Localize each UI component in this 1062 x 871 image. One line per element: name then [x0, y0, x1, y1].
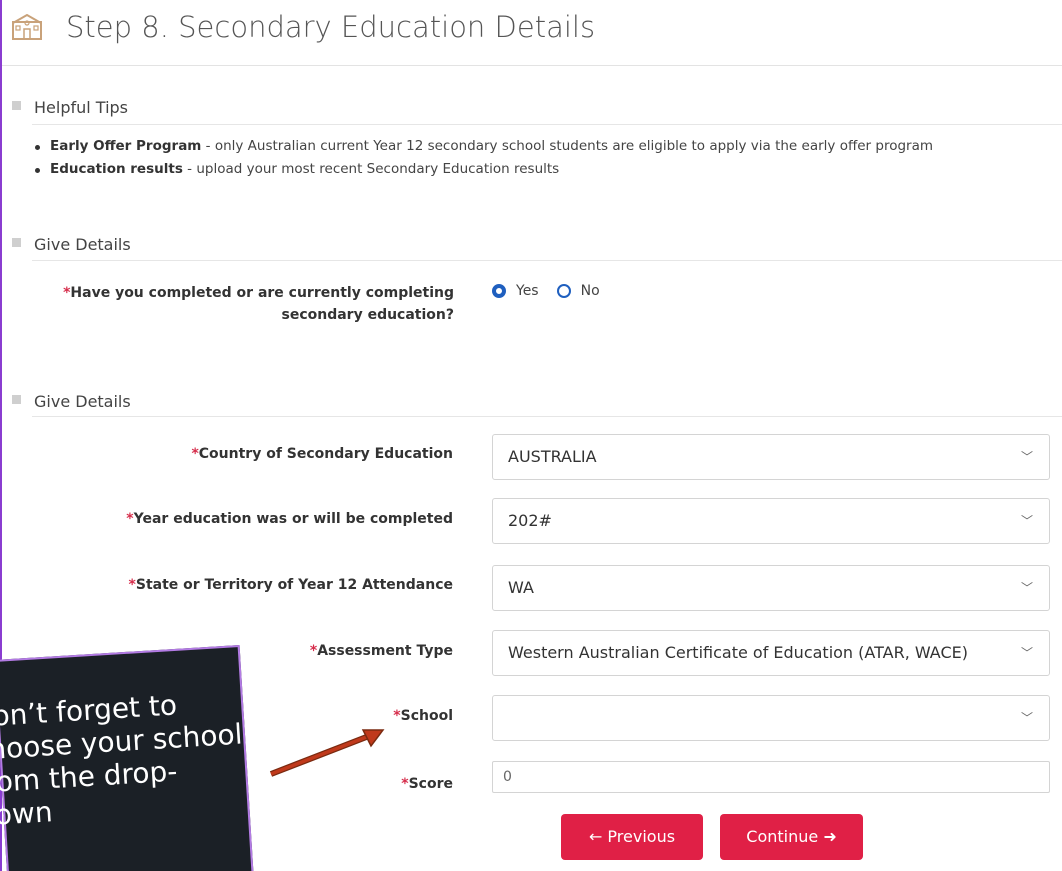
completed-secondary-question: *Have you completed or are currently com… — [63, 285, 454, 323]
collapse-square-icon — [12, 238, 21, 247]
chevron-down-icon: ﹀ — [1020, 514, 1033, 528]
country-select[interactable]: AUSTRALIA ﹀ — [492, 434, 1050, 480]
radio-yes[interactable] — [492, 284, 506, 298]
list-item: Early Offer Program - only Australian cu… — [32, 138, 933, 161]
radio-no-label[interactable]: No — [581, 283, 600, 299]
divider — [32, 260, 1062, 261]
divider — [32, 124, 1062, 125]
arrow-icon — [269, 729, 385, 777]
year-select[interactable]: 202# ﹀ — [492, 498, 1050, 544]
chevron-down-icon: ﹀ — [1020, 581, 1033, 595]
divider — [32, 416, 1062, 417]
school-select[interactable]: ﹀ — [492, 695, 1050, 741]
collapse-square-icon — [12, 395, 21, 404]
school-icon — [12, 14, 42, 40]
state-select[interactable]: WA ﹀ — [492, 565, 1050, 611]
list-item: Education results - upload your most rec… — [32, 161, 933, 184]
continue-button[interactable]: Continue ➜ — [720, 814, 863, 860]
chevron-down-icon: ﹀ — [1020, 711, 1033, 725]
give-details-heading-2[interactable]: Give Details — [12, 392, 131, 414]
completed-secondary-radio-group: Yes No — [492, 283, 618, 299]
helpful-tips-heading[interactable]: Helpful Tips — [12, 98, 128, 120]
chevron-down-icon: ﹀ — [1020, 450, 1033, 464]
give-details-heading[interactable]: Give Details — [12, 235, 131, 257]
radio-yes-label[interactable]: Yes — [516, 283, 539, 299]
score-input[interactable]: 0 — [492, 761, 1050, 793]
country-label: *Country of Secondary Education — [191, 446, 453, 462]
chevron-down-icon: ﹀ — [1016, 631, 1033, 675]
collapse-square-icon — [12, 101, 21, 110]
page-title: Step 8. Secondary Education Details — [66, 10, 596, 44]
helpful-tips-list: Early Offer Program - only Australian cu… — [32, 138, 933, 184]
assessment-type-select[interactable]: Western Australian Certificate of Educat… — [492, 630, 1050, 676]
state-label: *State or Territory of Year 12 Attendanc… — [128, 577, 453, 593]
radio-no[interactable] — [556, 284, 571, 298]
page-header: Step 8. Secondary Education Details — [2, 0, 1062, 66]
previous-button[interactable]: ← Previous — [561, 814, 703, 860]
year-label: *Year education was or will be completed — [126, 511, 453, 527]
tip-callout-text: Don’t forget to choose your school from … — [0, 688, 244, 833]
